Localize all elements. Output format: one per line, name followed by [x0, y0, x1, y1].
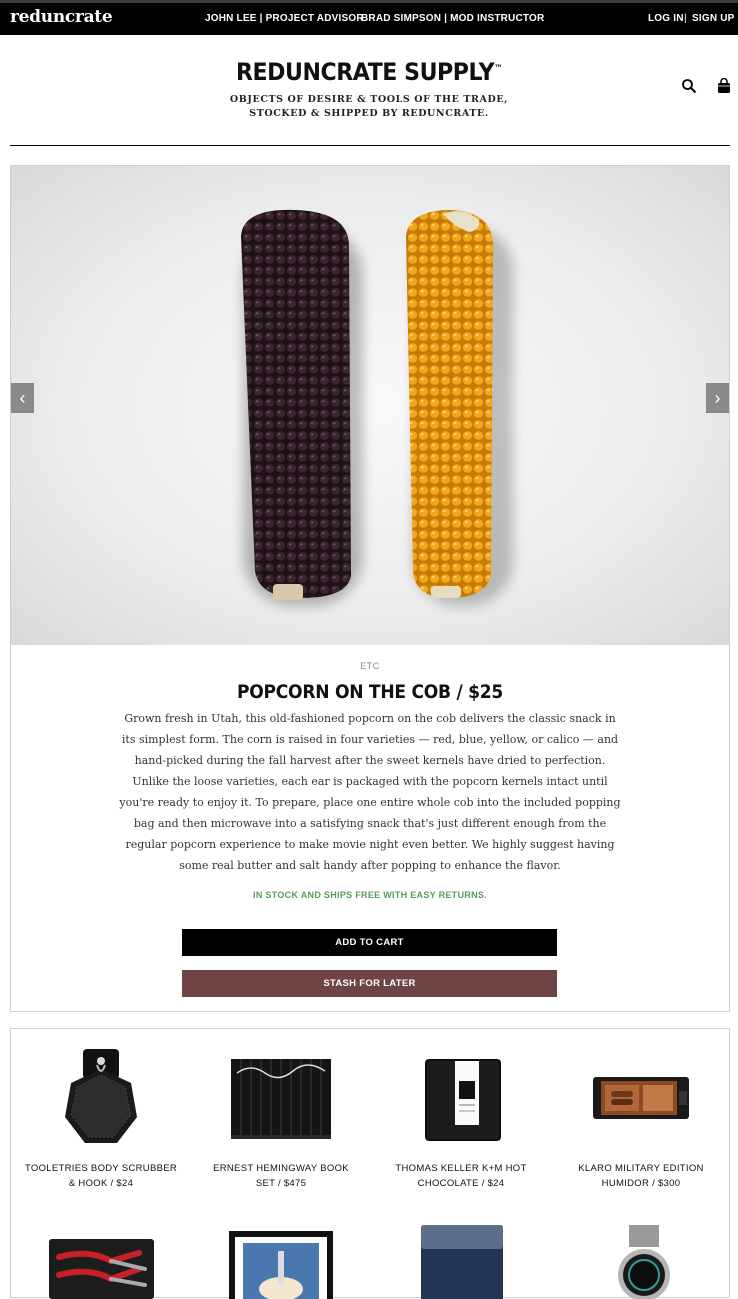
login-link[interactable]: LOG IN: [648, 13, 684, 24]
watch-image: [618, 1225, 670, 1299]
related-product-label: ERNEST HEMINGWAY BOOK SET / $475: [201, 1161, 361, 1191]
pliers-set-image: [49, 1239, 154, 1299]
site-logo[interactable]: reduncrate: [10, 7, 113, 27]
humidor-image: [593, 1077, 689, 1119]
related-product-line-2: HUMIDOR / $300: [601, 1178, 681, 1189]
related-product-label: THOMAS KELLER K+M HOT CHOCOLATE / $24: [381, 1161, 541, 1191]
related-product-label: KLARO MILITARY EDITION HUMIDOR / $300: [561, 1161, 721, 1191]
related-product-line-1: ERNEST HEMINGWAY BOOK: [213, 1163, 349, 1174]
related-product-line-1: TOOLETRIES BODY SCRUBBER: [24, 1163, 178, 1174]
product-description: Grown fresh in Utah, this old-fashioned …: [119, 712, 621, 872]
carousel-next-button[interactable]: ›: [706, 383, 729, 413]
hot-chocolate-image: [425, 1059, 501, 1141]
login-separator: |: [684, 13, 687, 24]
related-products-grid: TOOLETRIES BODY SCRUBBER & HOOK / $24 ER…: [10, 1028, 730, 1299]
product-image-carousel[interactable]: ‹ ›: [11, 166, 729, 645]
book-set-image: [231, 1059, 331, 1139]
related-product-label: TOOLETRIES BODY SCRUBBER & HOOK / $24: [21, 1161, 181, 1191]
framed-print-image: [229, 1231, 333, 1299]
related-product-line-1: KLARO MILITARY EDITION: [578, 1163, 704, 1174]
cart-icon[interactable]: [716, 78, 732, 94]
product-category[interactable]: ETC: [11, 661, 729, 671]
header-divider: [10, 145, 730, 146]
instructor-link[interactable]: BRAD SIMPSON | MOD INSTRUCTOR: [361, 13, 544, 24]
top-nav-bar: reduncrate JOHN LEE | PROJECT ADVISOR BR…: [0, 0, 738, 35]
search-icon[interactable]: [681, 78, 697, 94]
add-to-cart-button[interactable]: ADD TO CART: [182, 929, 557, 956]
related-product-line-1: THOMAS KELLER K+M HOT: [395, 1163, 527, 1174]
product-card: ‹ › ETC POPCORN ON THE COB / $25 Grown f…: [10, 165, 730, 1012]
stock-status: IN STOCK AND SHIPS FREE WITH EASY RETURN…: [253, 890, 487, 900]
tagline-line-2: STOCKED & SHIPPED BY REDUNCRATE.: [249, 108, 489, 119]
signup-link[interactable]: SIGN UP: [692, 13, 735, 24]
advisor-link[interactable]: JOHN LEE | PROJECT ADVISOR: [205, 13, 364, 24]
carousel-prev-button[interactable]: ‹: [11, 383, 34, 413]
brand-name: REDUNCRATE SUPPLY: [235, 58, 495, 86]
brand-title[interactable]: REDUNCRATE SUPPLY™: [30, 58, 709, 86]
trademark-symbol: ™: [494, 64, 503, 74]
blanket-image: [421, 1225, 503, 1299]
body-scrubber-image: [65, 1049, 137, 1143]
popcorn-cobs-image: [241, 209, 513, 606]
related-product-line-2: SET / $475: [255, 1178, 307, 1189]
stash-for-later-button[interactable]: STASH FOR LATER: [182, 970, 557, 997]
tagline-line-1: OBJECTS OF DESIRE & TOOLS OF THE TRADE,: [229, 94, 509, 105]
related-product-line-2: & HOOK / $24: [68, 1178, 134, 1189]
related-product-line-2: CHOCOLATE / $24: [417, 1178, 505, 1189]
product-title: POPCORN ON THE COB / $25: [236, 681, 504, 703]
